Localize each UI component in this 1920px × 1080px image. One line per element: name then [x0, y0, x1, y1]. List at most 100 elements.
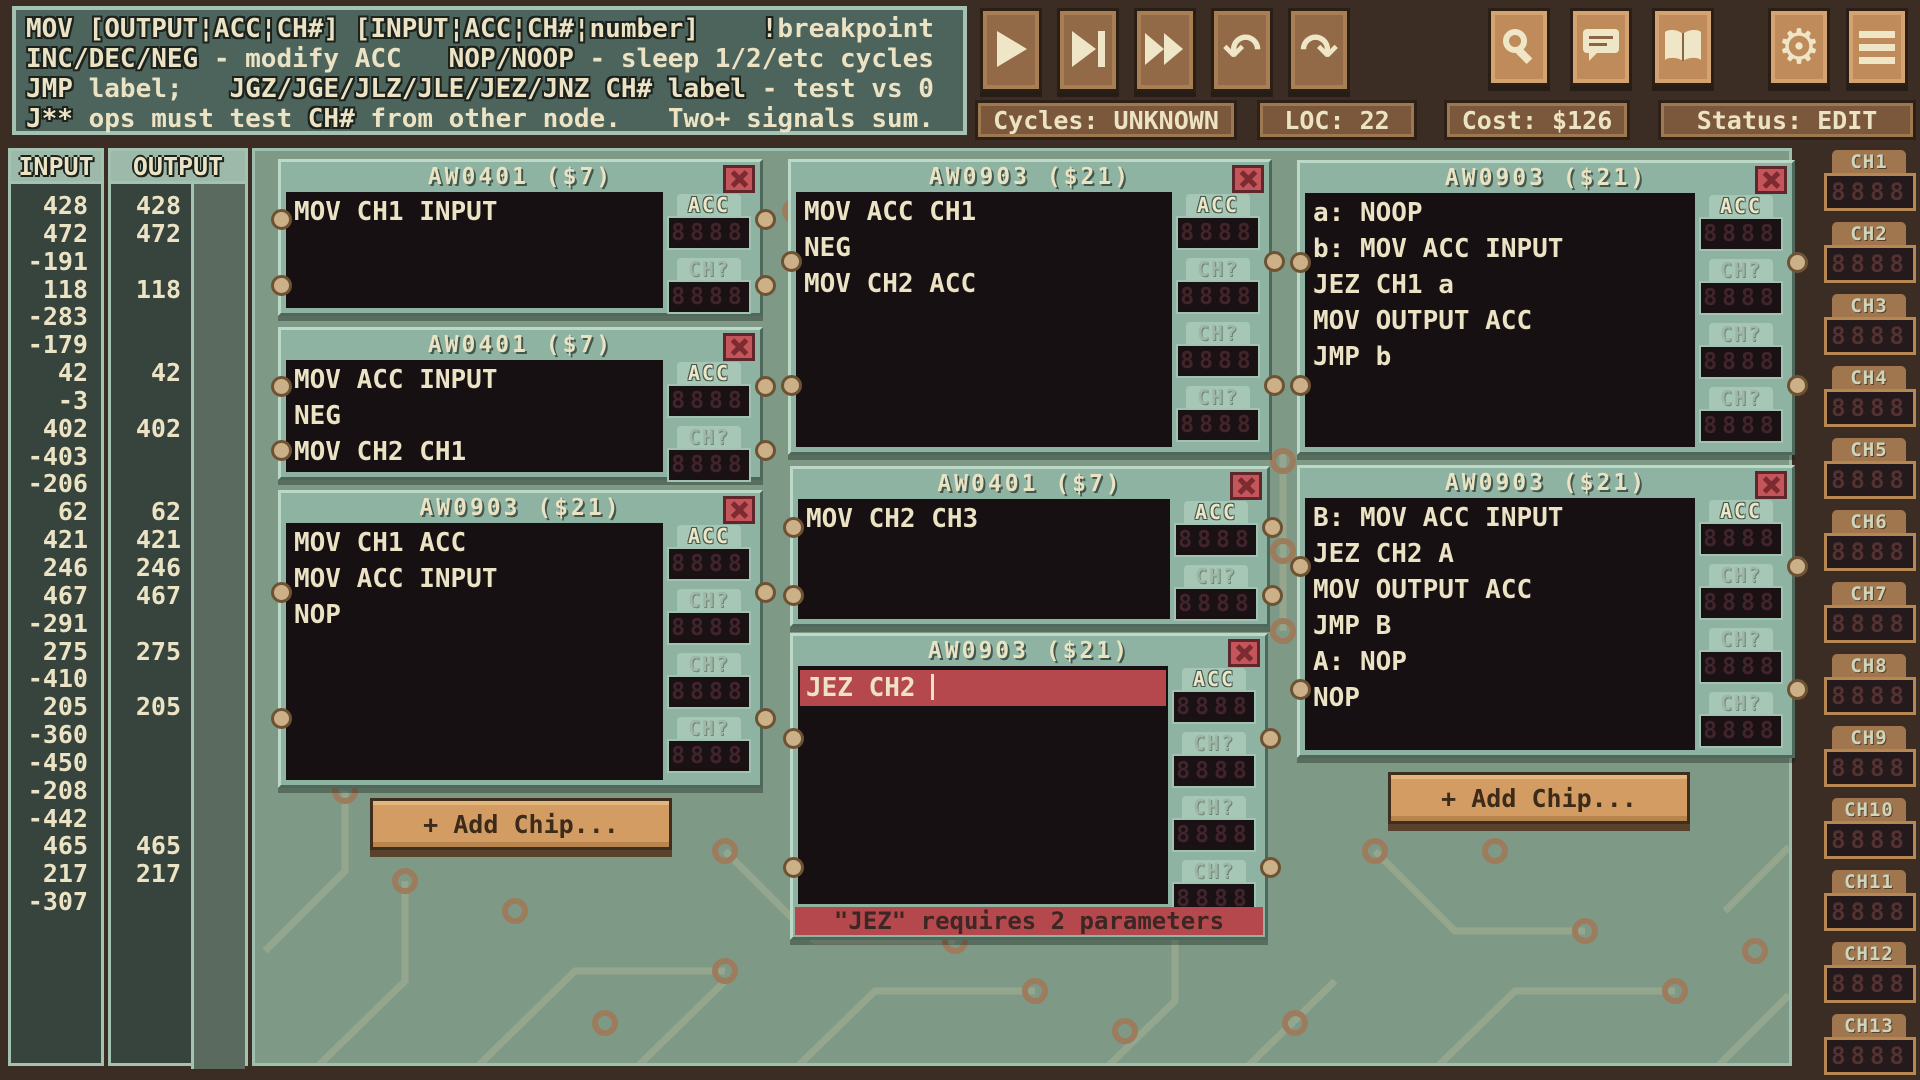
play-button[interactable]: [980, 8, 1042, 92]
register-label: CH?: [677, 258, 741, 280]
channel-tab-ch10: CH10: [1832, 798, 1906, 822]
step-button[interactable]: [1057, 8, 1119, 92]
chip-close-button[interactable]: [723, 165, 755, 193]
input-value: -291: [11, 610, 101, 638]
channel-register: CH?8888: [667, 589, 751, 645]
input-value: -307: [11, 888, 101, 916]
register-column: ACC8888CH?8888CH?8888CH?8888: [1172, 192, 1264, 447]
chip-pin: [1290, 375, 1311, 396]
channel-register: CH?8888: [1176, 322, 1260, 378]
search-button[interactable]: [1488, 8, 1550, 86]
chip-body: MOV CH2 CH3ACC8888CH?8888: [798, 499, 1262, 619]
acc-register: ACC8888: [667, 525, 751, 581]
chip-pin: [1787, 679, 1808, 700]
chip-4[interactable]: AW0903 ($21)MOV ACC CH1NEGMOV CH2 ACCACC…: [788, 159, 1272, 455]
close-icon: [730, 501, 748, 519]
chip-pin: [1290, 679, 1311, 700]
seven-segment-display: 8888: [1699, 586, 1783, 620]
code-line: b: MOV ACC INPUT: [1313, 231, 1695, 267]
seven-segment-display: 8888: [667, 216, 751, 250]
seven-segment-display: 8888: [1176, 408, 1260, 442]
register-label: CH?: [1182, 860, 1246, 882]
settings-button[interactable]: ⚙: [1768, 8, 1830, 86]
channel-tab-ch6: CH6: [1832, 510, 1906, 534]
chip-pin: [1264, 251, 1285, 272]
code-editor[interactable]: MOV CH1 ACCMOV ACC INPUTNOP: [286, 523, 663, 780]
register-label: ACC: [1709, 195, 1773, 217]
chip-7[interactable]: AW0903 ($21)a: NOOPb: MOV ACC INPUTJEZ C…: [1297, 160, 1795, 455]
search-icon: [1500, 27, 1538, 68]
chip-title: AW0903 ($21): [791, 162, 1269, 192]
chip-close-button[interactable]: [1755, 166, 1787, 194]
code-editor[interactable]: MOV ACC INPUTNEGMOV CH2 CH1: [286, 360, 663, 472]
instruction-reference-panel: MOV [OUTPUT¦ACC¦CH#] [INPUT¦ACC¦CH#¦numb…: [12, 6, 967, 135]
register-label: ACC: [1709, 500, 1773, 522]
input-value: -206: [11, 470, 101, 498]
seven-segment-display: 8888: [1176, 216, 1260, 250]
chip-pin: [755, 209, 776, 230]
chip-pin: [271, 440, 292, 461]
chip-1[interactable]: AW0401 ($7)MOV CH1 INPUTACC8888CH?8888: [278, 159, 763, 316]
code-editor[interactable]: MOV CH2 CH3: [798, 499, 1170, 619]
register-column: ACC8888CH?8888CH?8888CH?8888: [1695, 498, 1787, 750]
channel-tab-ch11: CH11: [1832, 870, 1906, 894]
seven-segment-display: 8888: [667, 280, 751, 314]
register-label: ACC: [677, 362, 741, 384]
chip-body: a: NOOPb: MOV ACC INPUTJEZ CH1 aMOV OUTP…: [1305, 193, 1787, 447]
code-editor[interactable]: B: MOV ACC INPUTJEZ CH2 AMOV OUTPUT ACCJ…: [1305, 498, 1695, 750]
chip-pin: [1262, 585, 1283, 606]
output-panel: OUTPUT 428472118424026242124646727520546…: [108, 148, 248, 1066]
output-value: 246: [111, 554, 191, 582]
chip-close-button[interactable]: [1228, 639, 1260, 667]
add-chip-button-1[interactable]: + Add Chip...: [370, 798, 672, 850]
code-editor[interactable]: JEZ CH2: [798, 666, 1168, 904]
code-line: MOV CH2 ACC: [804, 266, 1172, 302]
acc-register: ACC8888: [1172, 668, 1256, 724]
chip-8[interactable]: AW0903 ($21)B: MOV ACC INPUTJEZ CH2 AMOV…: [1297, 465, 1795, 758]
add-chip-button-2[interactable]: + Add Chip...: [1388, 772, 1690, 824]
undo-icon: ↶: [1223, 27, 1262, 73]
redo-button[interactable]: ↷: [1288, 8, 1350, 92]
chip-close-button[interactable]: [1230, 472, 1262, 500]
code-line: MOV OUTPUT ACC: [1313, 572, 1695, 608]
code-line: MOV CH2 CH1: [294, 434, 663, 470]
code-line: B: MOV ACC INPUT: [1313, 500, 1695, 536]
step-icon: [1070, 29, 1106, 72]
code-editor[interactable]: MOV ACC CH1NEGMOV CH2 ACC: [796, 192, 1172, 447]
chat-button[interactable]: [1570, 8, 1632, 86]
chip-2[interactable]: AW0401 ($7)MOV ACC INPUTNEGMOV CH2 CH1AC…: [278, 327, 763, 480]
chip-close-button[interactable]: [723, 496, 755, 524]
output-value: [111, 888, 191, 916]
chip-pin: [781, 375, 802, 396]
register-column: ACC8888CH?8888CH?8888CH?8888: [1695, 193, 1787, 447]
channel-register: CH?8888: [1176, 386, 1260, 442]
chip-close-button[interactable]: [1755, 471, 1787, 499]
channel-register: CH?8888: [1172, 796, 1256, 852]
register-column: ACC8888CH?8888: [663, 192, 755, 308]
register-label: CH?: [1186, 386, 1250, 408]
chip-close-button[interactable]: [723, 333, 755, 361]
register-label: CH?: [1709, 692, 1773, 714]
chip-6[interactable]: AW0903 ($21)JEZ CH2 ACC8888CH?8888CH?888…: [790, 633, 1268, 940]
chip-title: AW0401 ($7): [281, 162, 760, 192]
undo-button[interactable]: ↶: [1211, 8, 1273, 92]
redo-icon: ↷: [1300, 27, 1339, 73]
seven-segment-display: 8888: [1699, 345, 1783, 379]
menu-button[interactable]: [1846, 8, 1908, 86]
code-editor[interactable]: a: NOOPb: MOV ACC INPUTJEZ CH1 aMOV OUTP…: [1305, 193, 1695, 447]
channel-register: CH?8888: [1174, 565, 1258, 621]
input-value: 275: [11, 638, 101, 666]
acc-register: ACC8888: [667, 362, 751, 418]
code-editor[interactable]: MOV CH1 INPUT: [286, 192, 663, 308]
code-line: JMP B: [1313, 608, 1695, 644]
fast-forward-button[interactable]: [1134, 8, 1196, 92]
channel-display-ch11: 8888: [1824, 893, 1916, 931]
channel-display-ch4: 8888: [1824, 389, 1916, 427]
chip-pin: [783, 728, 804, 749]
manual-button[interactable]: [1652, 8, 1714, 86]
input-value: 217: [11, 860, 101, 888]
close-icon: [730, 338, 748, 356]
chip-5[interactable]: AW0401 ($7)MOV CH2 CH3ACC8888CH?8888: [790, 466, 1270, 627]
chip-close-button[interactable]: [1232, 165, 1264, 193]
chip-3[interactable]: AW0903 ($21)MOV CH1 ACCMOV ACC INPUTNOPA…: [278, 490, 763, 788]
